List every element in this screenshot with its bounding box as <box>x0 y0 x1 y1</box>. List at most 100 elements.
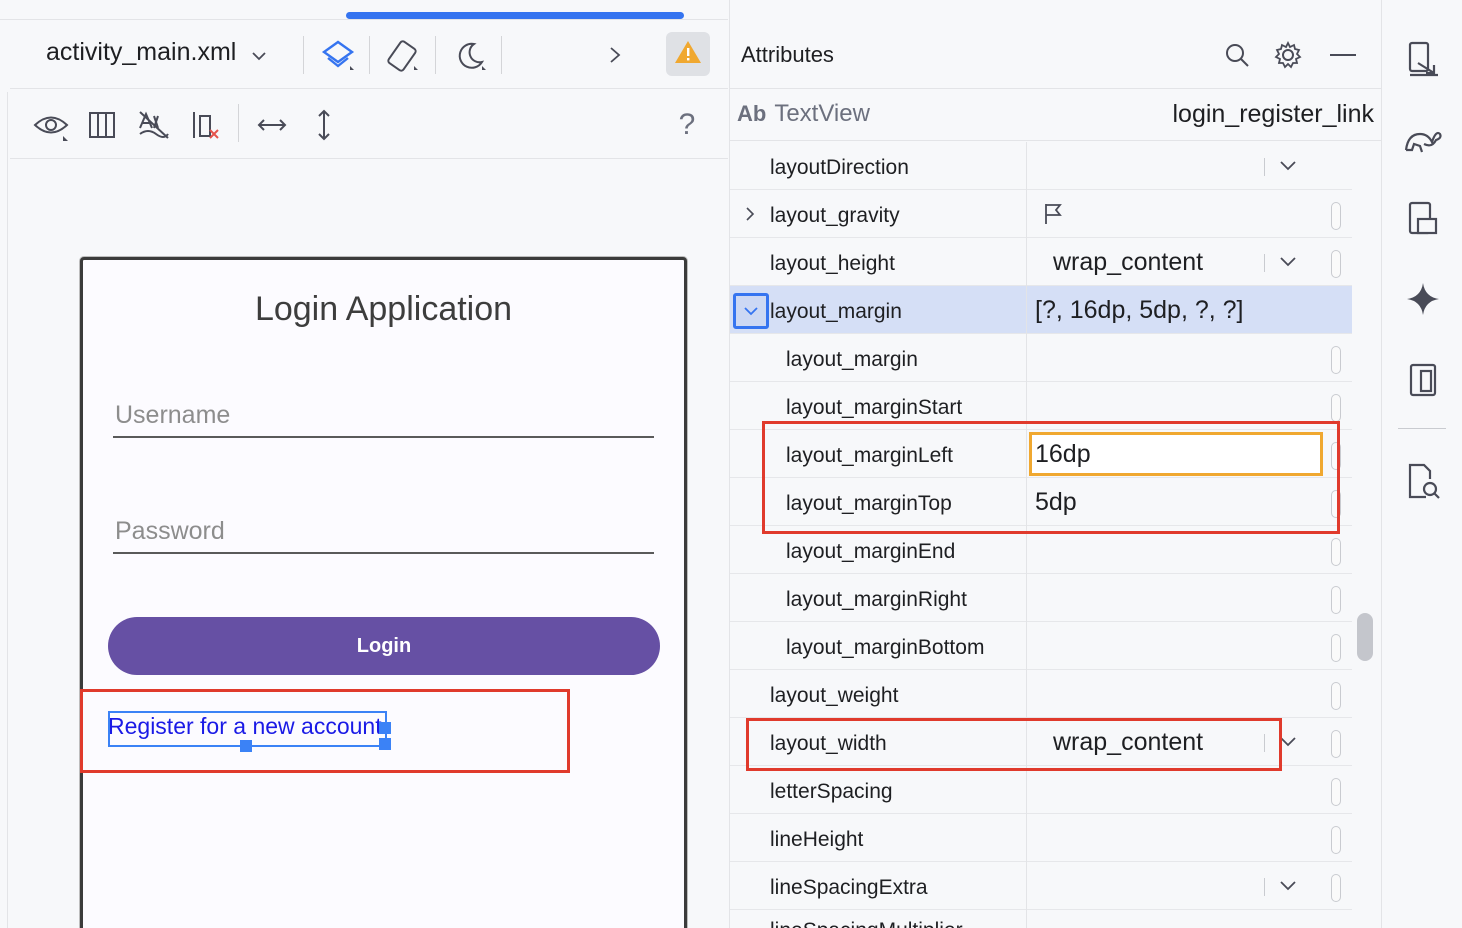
attr-name: layout_marginEnd <box>786 540 956 563</box>
resource-picker-icon[interactable] <box>1331 394 1341 422</box>
collapse-chevron-icon[interactable] <box>733 293 769 329</box>
divider <box>303 36 304 74</box>
dropdown-chevron-icon[interactable] <box>1264 158 1312 176</box>
column-divider <box>1026 670 1027 718</box>
divider <box>1398 428 1446 429</box>
orientation-icon[interactable] <box>382 36 422 76</box>
attr-name: lineSpacingMultiplier <box>770 919 963 928</box>
minimize-icon[interactable] <box>1326 38 1360 72</box>
resource-picker-icon[interactable] <box>1331 682 1341 710</box>
text-view-badge-icon: Ab <box>737 101 767 126</box>
android-studio-window: activity_main.xml ? Login Application Us… <box>0 0 1462 928</box>
column-divider <box>1026 862 1027 910</box>
attr-value[interactable]: wrap_content <box>1053 248 1203 277</box>
attr-row-layout_margin-all[interactable]: layout_margin <box>730 334 1352 382</box>
divider <box>238 104 239 142</box>
divider <box>10 158 728 159</box>
night-mode-icon[interactable] <box>450 36 490 76</box>
app-inspection-icon[interactable] <box>1400 458 1446 504</box>
resource-picker-icon[interactable] <box>1331 202 1341 230</box>
column-divider <box>1026 190 1027 238</box>
help-icon[interactable]: ? <box>672 106 702 144</box>
flag-icon[interactable] <box>1042 202 1064 226</box>
login-button[interactable]: Login <box>108 617 660 675</box>
attr-row-layout_weight[interactable]: layout_weight <box>730 670 1352 718</box>
annotation-highlight <box>746 718 1282 771</box>
device-preview[interactable]: Login Application Username Password Logi… <box>80 257 687 928</box>
blueprint-icon[interactable] <box>84 106 120 144</box>
divider <box>730 140 1382 141</box>
resource-picker-icon[interactable] <box>1331 538 1341 566</box>
running-devices-icon[interactable] <box>1400 36 1446 82</box>
gemini-icon[interactable] <box>1400 276 1446 322</box>
resource-picker-icon[interactable] <box>1331 826 1341 854</box>
file-selector[interactable]: activity_main.xml <box>46 38 267 68</box>
attr-row-layoutDirection[interactable]: layoutDirection <box>730 142 1352 190</box>
expand-vertical-icon[interactable] <box>310 106 338 144</box>
search-icon[interactable] <box>1220 38 1254 72</box>
expand-horizontal-icon[interactable] <box>254 106 290 144</box>
resource-picker-icon[interactable] <box>1331 634 1341 662</box>
pane-edge <box>0 92 8 928</box>
design-surface-icon[interactable] <box>318 36 358 76</box>
attr-value[interactable]: [?, 16dp, 5dp, ?, ?] <box>1035 296 1244 325</box>
attr-row-layout_height[interactable]: layout_height wrap_content <box>730 238 1352 286</box>
loading-progress-bar <box>346 12 684 19</box>
attr-name: layout_margin <box>770 300 902 323</box>
attr-name: lineSpacingExtra <box>770 876 928 899</box>
attr-name: layout_marginRight <box>786 588 967 611</box>
device-manager-icon[interactable] <box>1400 196 1446 242</box>
gear-icon[interactable] <box>1271 38 1305 72</box>
attr-row-layout_margin[interactable]: layout_margin [?, 16dp, 5dp, ?, ?] <box>730 286 1352 334</box>
component-id[interactable]: login_register_link <box>1172 100 1374 129</box>
column-divider <box>1026 238 1027 286</box>
resource-picker-icon[interactable] <box>1331 586 1341 614</box>
attr-row-layout_gravity[interactable]: layout_gravity <box>730 190 1352 238</box>
divider <box>10 88 728 89</box>
attr-row-lineSpacingExtra[interactable]: lineSpacingExtra <box>730 862 1352 910</box>
attr-name: layout_margin <box>786 348 918 371</box>
attr-row-layout_marginRight[interactable]: layout_marginRight <box>730 574 1352 622</box>
attr-name: layout_height <box>770 252 895 275</box>
more-chevron-icon[interactable] <box>600 42 630 68</box>
warning-icon <box>674 39 702 70</box>
resource-picker-icon[interactable] <box>1331 874 1341 902</box>
chevron-right-icon[interactable] <box>742 206 758 222</box>
divider <box>0 19 728 20</box>
gradle-icon[interactable] <box>1400 116 1446 162</box>
app-title-text: Login Application <box>254 290 513 328</box>
file-name: activity_main.xml <box>46 38 237 66</box>
constraint-autoconnect-off-icon[interactable] <box>134 106 174 144</box>
component-type-label: TextView <box>774 100 870 127</box>
warning-button[interactable] <box>666 32 710 76</box>
column-divider <box>1026 622 1027 670</box>
column-divider <box>1026 910 1027 928</box>
device-explorer-icon[interactable] <box>1400 356 1446 402</box>
resource-picker-icon[interactable] <box>1331 778 1341 806</box>
attr-row-lineHeight[interactable]: lineHeight <box>730 814 1352 862</box>
username-field[interactable]: Username <box>113 394 654 438</box>
resource-picker-icon[interactable] <box>1331 250 1341 278</box>
attr-name: layout_marginBottom <box>786 636 985 659</box>
annotation-highlight <box>80 689 570 773</box>
attr-row-lineSpacingMultiplier[interactable]: lineSpacingMultiplier <box>730 910 1352 928</box>
attr-name: letterSpacing <box>770 780 893 803</box>
column-divider <box>1026 286 1027 334</box>
username-placeholder: Username <box>115 401 231 429</box>
view-options-icon[interactable] <box>30 106 72 144</box>
divider <box>369 36 370 74</box>
attr-row-letterSpacing[interactable]: letterSpacing <box>730 766 1352 814</box>
column-divider <box>1026 766 1027 814</box>
password-placeholder: Password <box>115 517 225 545</box>
scrollbar-thumb[interactable] <box>1357 613 1373 661</box>
clear-constraints-icon[interactable] <box>188 106 224 144</box>
panel-title: Attributes <box>741 42 834 67</box>
dropdown-chevron-icon[interactable] <box>1264 254 1312 272</box>
attr-name: lineHeight <box>770 828 864 851</box>
attr-name: layoutDirection <box>770 156 909 179</box>
attr-row-layout_marginBottom[interactable]: layout_marginBottom <box>730 622 1352 670</box>
resource-picker-icon[interactable] <box>1331 346 1341 374</box>
resource-picker-icon[interactable] <box>1331 730 1341 758</box>
dropdown-chevron-icon[interactable] <box>1264 878 1312 896</box>
password-field[interactable]: Password <box>113 510 654 554</box>
